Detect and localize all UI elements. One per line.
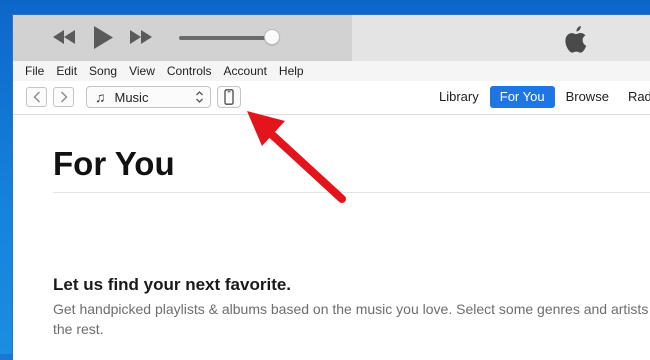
menu-help[interactable]: Help [273, 61, 310, 81]
rewind-icon [53, 30, 75, 44]
play-icon [94, 26, 113, 49]
tab-radio[interactable]: Rad [620, 86, 650, 108]
volume-slider-track[interactable] [179, 36, 271, 40]
description-line-2: the rest. [53, 321, 104, 337]
menu-song[interactable]: Song [83, 61, 123, 81]
back-button[interactable] [26, 87, 47, 107]
menu-view[interactable]: View [123, 61, 161, 81]
section-tabs: Library For You Browse Rad [431, 86, 650, 108]
media-type-label: Music [114, 89, 149, 105]
media-type-select[interactable]: ♫ Music [86, 86, 211, 108]
page-title: For You [53, 145, 175, 182]
menu-account[interactable]: Account [218, 61, 273, 81]
iphone-icon [224, 89, 234, 105]
fast-forward-icon [130, 30, 152, 44]
music-note-icon: ♫ [95, 89, 106, 105]
onboarding-description: Get handpicked playlists & albums based … [53, 299, 650, 339]
tab-library[interactable]: Library [431, 86, 487, 108]
play-button[interactable] [93, 26, 113, 49]
apple-logo-icon [565, 26, 587, 53]
rewind-button[interactable] [52, 30, 76, 44]
tab-for-you[interactable]: For You [489, 86, 555, 108]
player-bar [13, 15, 650, 61]
title-divider [53, 192, 650, 193]
itunes-window: File Edit Song View Controls Account Hel… [13, 15, 650, 360]
menu-file[interactable]: File [13, 61, 50, 81]
fast-forward-button[interactable] [129, 30, 153, 44]
menu-edit[interactable]: Edit [50, 61, 83, 81]
tab-browse[interactable]: Browse [558, 86, 617, 108]
volume-slider-knob[interactable] [264, 29, 280, 45]
chevron-right-icon [60, 91, 67, 103]
menu-bar: File Edit Song View Controls Account Hel… [13, 61, 650, 81]
onboarding-headline: Let us find your next favorite. [53, 275, 292, 294]
for-you-content: For You Let us find your next favorite. … [13, 115, 650, 360]
chevron-left-icon [33, 91, 40, 103]
select-arrows-icon [196, 91, 203, 103]
description-line-1: Get handpicked playlists & albums based … [53, 301, 649, 317]
device-button[interactable] [217, 86, 241, 108]
toolbar: ♫ Music Library For You Browse Rad [13, 81, 650, 115]
forward-button[interactable] [53, 87, 74, 107]
menu-controls[interactable]: Controls [161, 61, 218, 81]
